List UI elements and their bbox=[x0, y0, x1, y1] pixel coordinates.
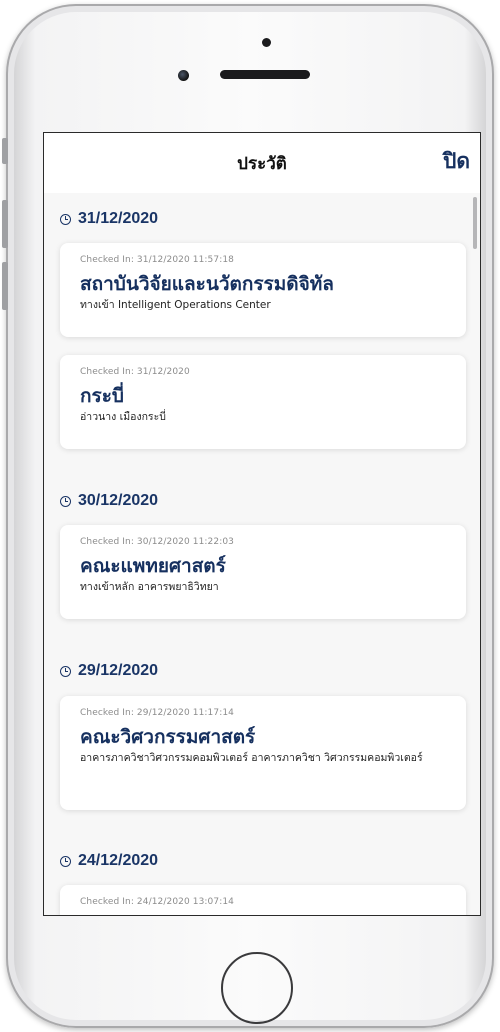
place-detail: อาคารภาควิชาวิศวกรรมคอมพิวเตอร์ อาคารภาค… bbox=[80, 752, 423, 764]
checkin-card[interactable]: Checked In: 29/12/2020 11:17:14 คณะวิศวก… bbox=[60, 696, 466, 810]
nav-bar: ประวัติ ปิด bbox=[44, 133, 480, 193]
clock-icon bbox=[60, 495, 71, 507]
volume-down-button bbox=[2, 262, 8, 310]
checkin-card[interactable]: Checked In: 31/12/2020 11:57:18 สถาบันวิ… bbox=[60, 243, 466, 337]
date-label: 30/12/2020 bbox=[78, 492, 159, 509]
date-header: 30/12/2020 bbox=[60, 489, 158, 513]
checkin-card[interactable]: Checked In: 30/12/2020 11:22:03 คณะแพทยศ… bbox=[60, 525, 466, 619]
place-name: สถาบันวิจัยและนวัตกรรมดิจิทัล bbox=[80, 273, 334, 295]
close-button[interactable]: ปิด bbox=[443, 145, 470, 178]
earpiece-speaker bbox=[220, 70, 310, 79]
checkin-time: Checked In: 30/12/2020 11:22:03 bbox=[80, 537, 234, 547]
checkin-time: Checked In: 31/12/2020 11:57:18 bbox=[80, 255, 234, 265]
camera-icon bbox=[178, 70, 189, 81]
app-screen: ประวัติ ปิด 31/12/2020 Checked In: 31/12… bbox=[43, 132, 481, 916]
history-list[interactable]: 31/12/2020 Checked In: 31/12/2020 11:57:… bbox=[44, 193, 480, 915]
checkin-time: Checked In: 29/12/2020 11:17:14 bbox=[80, 708, 234, 718]
checkin-time: Checked In: 31/12/2020 bbox=[80, 367, 190, 377]
date-label: 24/12/2020 bbox=[78, 852, 159, 869]
proximity-sensor bbox=[262, 38, 271, 47]
checkin-card[interactable]: Checked In: 31/12/2020 กระบี่ อ่าวนาง เม… bbox=[60, 355, 466, 449]
date-label: 31/12/2020 bbox=[78, 210, 159, 227]
date-label: 29/12/2020 bbox=[78, 662, 159, 679]
clock-icon bbox=[60, 213, 71, 225]
checkin-card[interactable]: Checked In: 24/12/2020 13:07:14 bbox=[60, 885, 466, 915]
date-header: 31/12/2020 bbox=[60, 207, 158, 231]
date-header: 24/12/2020 bbox=[60, 849, 158, 873]
home-button[interactable] bbox=[221, 952, 293, 1024]
place-detail: ทางเข้าหลัก อาคารพยาธิวิทยา bbox=[80, 581, 219, 593]
clock-icon bbox=[60, 855, 71, 867]
date-header: 29/12/2020 bbox=[60, 659, 158, 683]
place-detail: อ่าวนาง เมืองกระบี่ bbox=[80, 411, 166, 423]
place-name: กระบี่ bbox=[80, 385, 124, 407]
place-name: คณะแพทยศาสตร์ bbox=[80, 555, 226, 577]
mute-switch bbox=[2, 138, 8, 164]
place-name: คณะวิศวกรรมศาสตร์ bbox=[80, 726, 256, 748]
page-title: ประวัติ bbox=[237, 154, 287, 173]
volume-up-button bbox=[2, 200, 8, 248]
checkin-time: Checked In: 24/12/2020 13:07:14 bbox=[80, 897, 234, 907]
place-detail: ทางเข้า Intelligent Operations Center bbox=[80, 299, 271, 311]
phone-frame: ประวัติ ปิด 31/12/2020 Checked In: 31/12… bbox=[6, 4, 494, 1028]
clock-icon bbox=[60, 665, 71, 677]
